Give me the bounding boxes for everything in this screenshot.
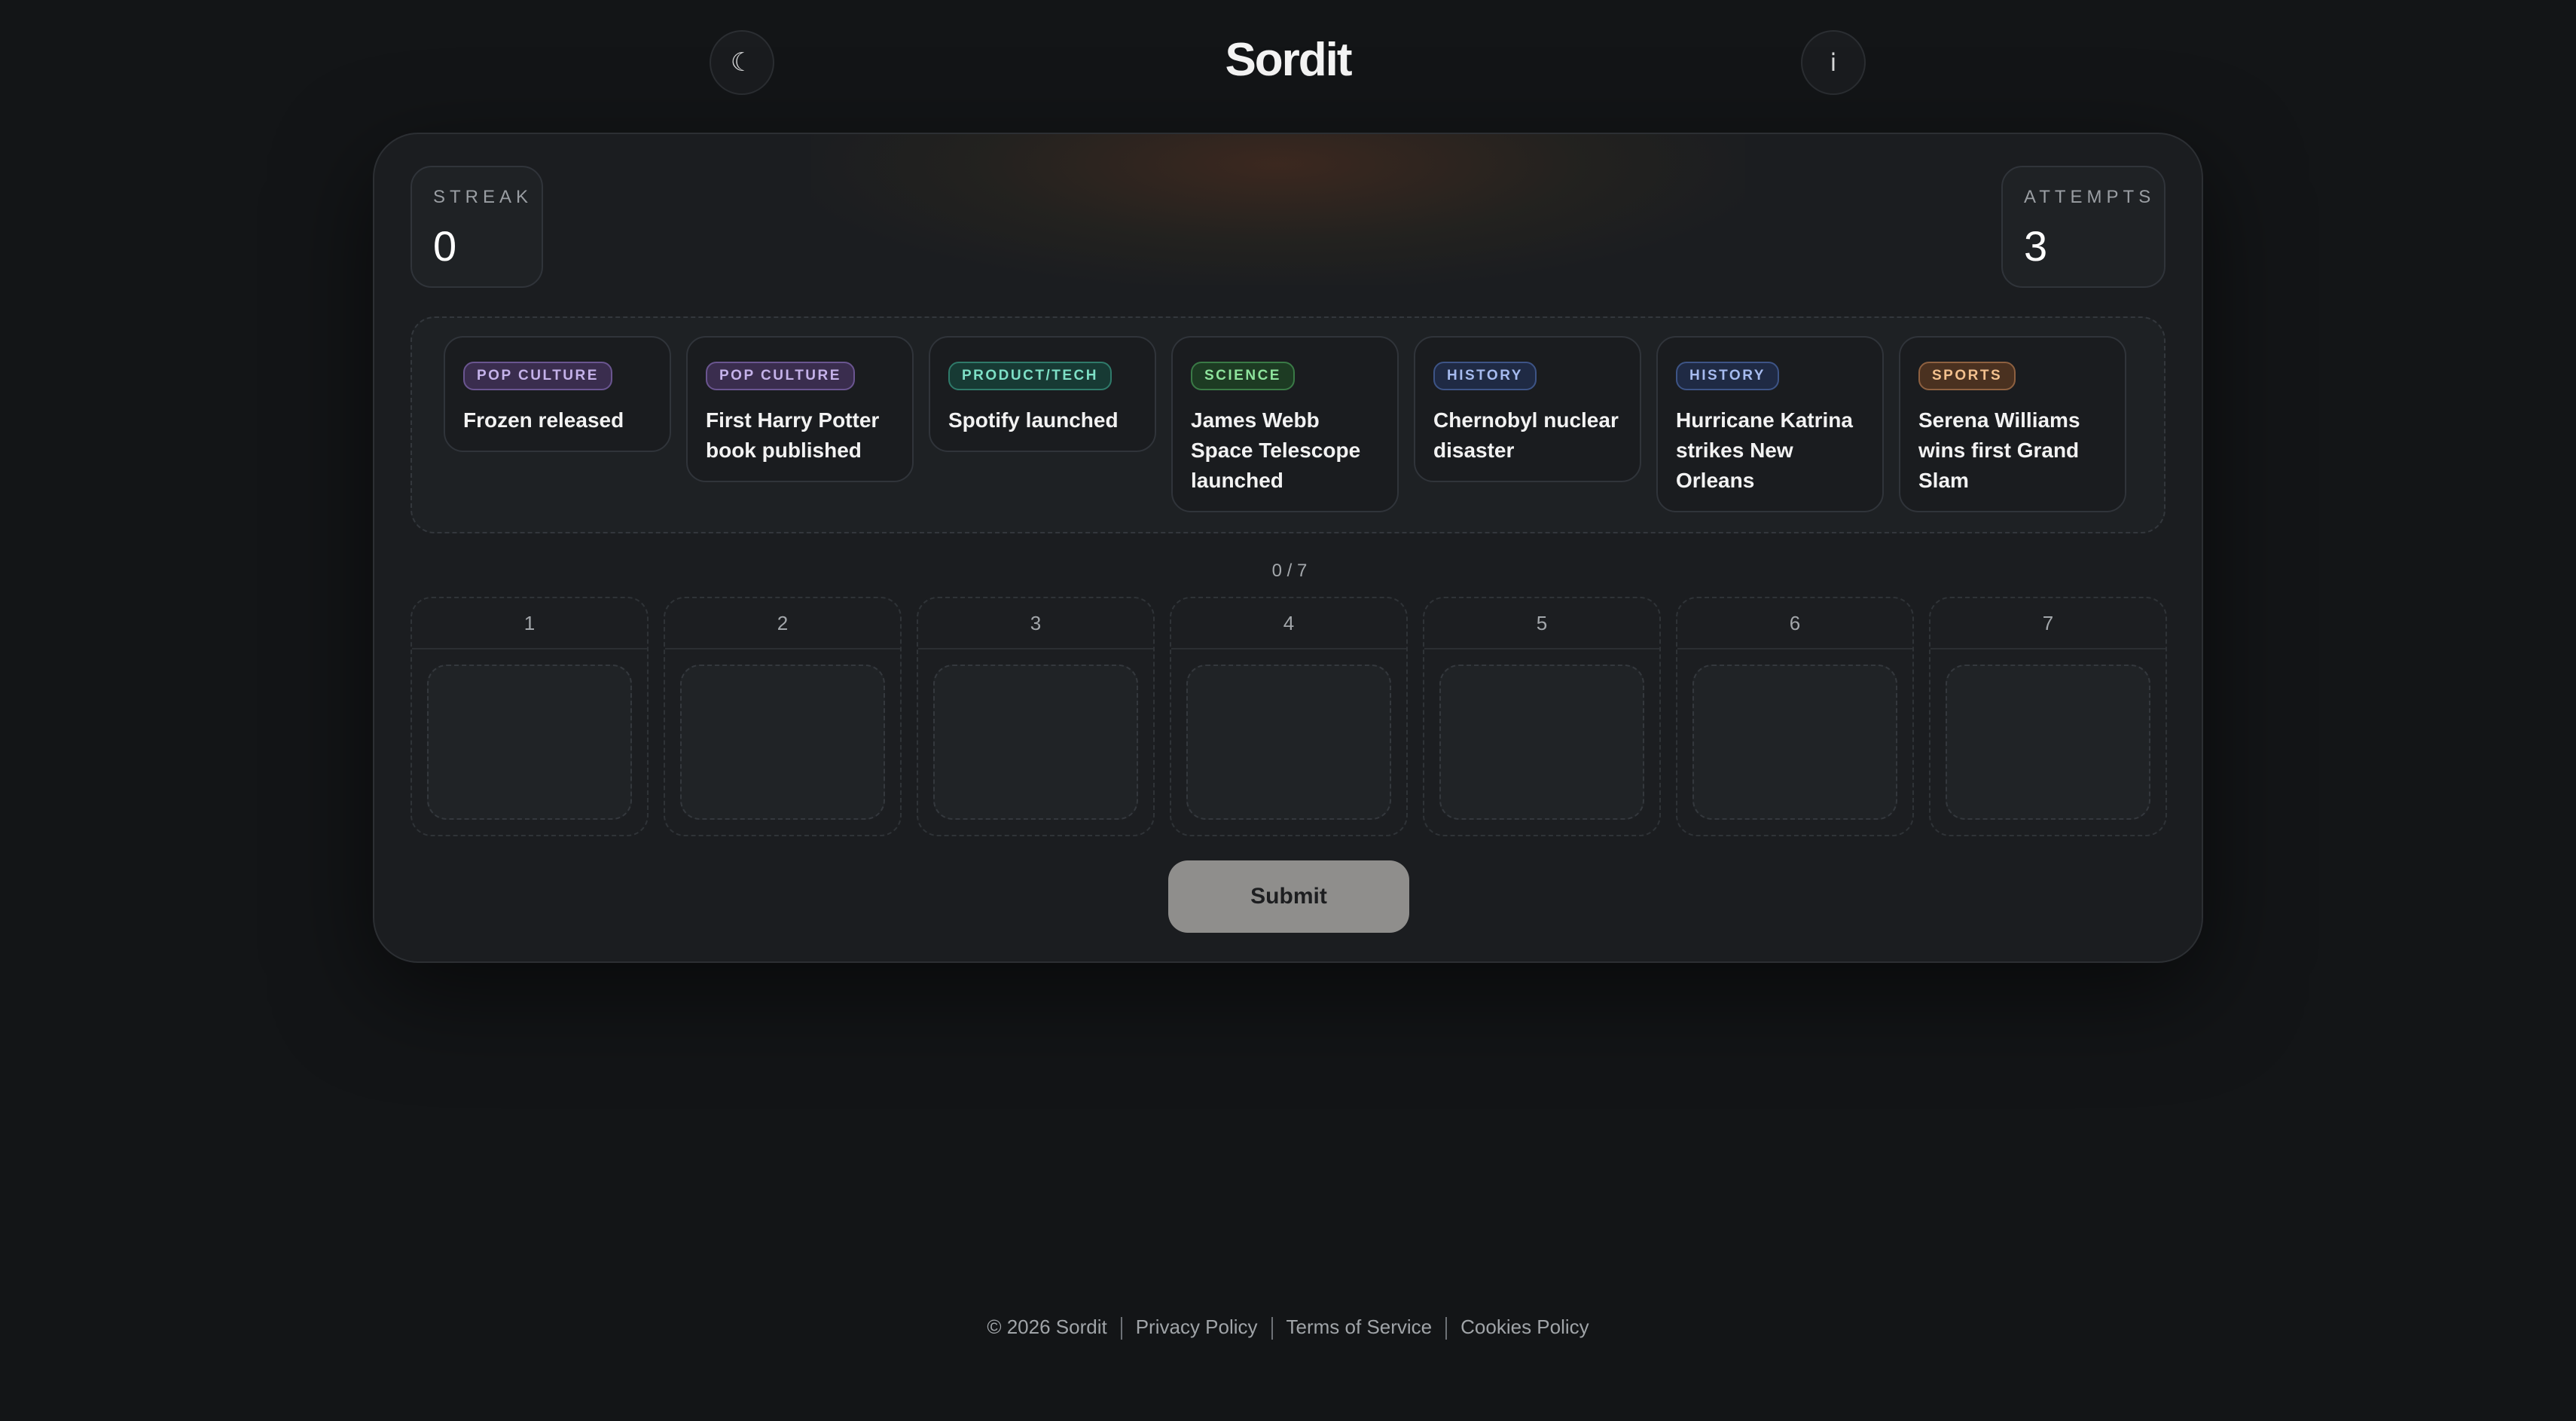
timeline-slot: 2: [664, 597, 902, 836]
attempts-value: 3: [2024, 222, 2048, 270]
category-badge: HISTORY: [1433, 362, 1537, 390]
timeline-slot: 7: [1929, 597, 2167, 836]
category-badge: SCIENCE: [1191, 362, 1295, 390]
streak-stat: STREAK 0: [411, 166, 543, 288]
category-badge: PRODUCT/TECH: [948, 362, 1112, 390]
footer: © 2026 Sordit Privacy Policy Terms of Serv…: [0, 1316, 2576, 1340]
event-pool: POP CULTURE Frozen released POP CULTURE …: [411, 316, 2165, 533]
attempts-label: ATTEMPTS: [2024, 187, 2156, 207]
info-icon: i: [1830, 48, 1837, 77]
slot-drop-zone[interactable]: [1946, 665, 2150, 820]
background-glow: [811, 134, 1745, 285]
event-text: Spotify launched: [948, 408, 1119, 432]
timeline-slot: 1: [411, 597, 649, 836]
slot-number: 6: [1677, 598, 1912, 649]
info-button[interactable]: i: [1801, 30, 1866, 95]
placed-counter: 0 / 7: [1271, 561, 1308, 581]
event-text: Serena Williams wins first Grand Slam: [1918, 408, 2080, 492]
event-card[interactable]: POP CULTURE First Harry Potter book publ…: [686, 336, 914, 482]
app-title: Sordit: [1225, 34, 1352, 86]
category-badge: SPORTS: [1918, 362, 2016, 390]
slot-drop-zone[interactable]: [680, 665, 885, 820]
slot-drop-zone[interactable]: [427, 665, 632, 820]
event-card[interactable]: POP CULTURE Frozen released: [444, 336, 671, 452]
timeline-slot: 6: [1676, 597, 1914, 836]
event-text: Chernobyl nuclear disaster: [1433, 408, 1619, 462]
cookies-policy-link[interactable]: Cookies Policy: [1447, 1316, 1603, 1339]
event-card[interactable]: SPORTS Serena Williams wins first Grand …: [1899, 336, 2126, 512]
slot-number: 2: [665, 598, 900, 649]
game-card: STREAK 0 ATTEMPTS 3 POP CULTURE Frozen r…: [373, 133, 2203, 963]
copyright-text: © 2026 Sordit: [987, 1316, 1107, 1338]
event-card[interactable]: HISTORY Chernobyl nuclear disaster: [1414, 336, 1641, 482]
event-text: First Harry Potter book published: [706, 408, 880, 462]
timeline-slot: 5: [1423, 597, 1661, 836]
streak-value: 0: [433, 222, 457, 270]
category-badge: POP CULTURE: [463, 362, 612, 390]
event-text: Frozen released: [463, 408, 624, 432]
slot-drop-zone[interactable]: [933, 665, 1138, 820]
header: ☾ Sordit i: [0, 0, 2576, 128]
event-card[interactable]: PRODUCT/TECH Spotify launched: [929, 336, 1156, 452]
event-text: James Webb Space Telescope launched: [1191, 408, 1361, 492]
slot-number: 1: [412, 598, 647, 649]
category-badge: HISTORY: [1676, 362, 1779, 390]
slot-number: 4: [1171, 598, 1406, 649]
event-card[interactable]: HISTORY Hurricane Katrina strikes New Or…: [1656, 336, 1884, 512]
slot-drop-zone[interactable]: [1692, 665, 1897, 820]
slot-drop-zone[interactable]: [1186, 665, 1391, 820]
terms-of-service-link[interactable]: Terms of Service: [1273, 1316, 1446, 1339]
slot-drop-zone[interactable]: [1439, 665, 1644, 820]
privacy-policy-link[interactable]: Privacy Policy: [1122, 1316, 1271, 1339]
timeline-slot: 4: [1170, 597, 1408, 836]
attempts-stat: ATTEMPTS 3: [2001, 166, 2165, 288]
event-text: Hurricane Katrina strikes New Orleans: [1676, 408, 1853, 492]
slot-number: 3: [918, 598, 1153, 649]
event-card[interactable]: SCIENCE James Webb Space Telescope launc…: [1171, 336, 1399, 512]
category-badge: POP CULTURE: [706, 362, 855, 390]
slot-number: 5: [1424, 598, 1659, 649]
submit-button[interactable]: Submit: [1168, 860, 1409, 933]
streak-label: STREAK: [433, 187, 533, 207]
timeline-slot: 3: [917, 597, 1155, 836]
slot-number: 7: [1930, 598, 2165, 649]
